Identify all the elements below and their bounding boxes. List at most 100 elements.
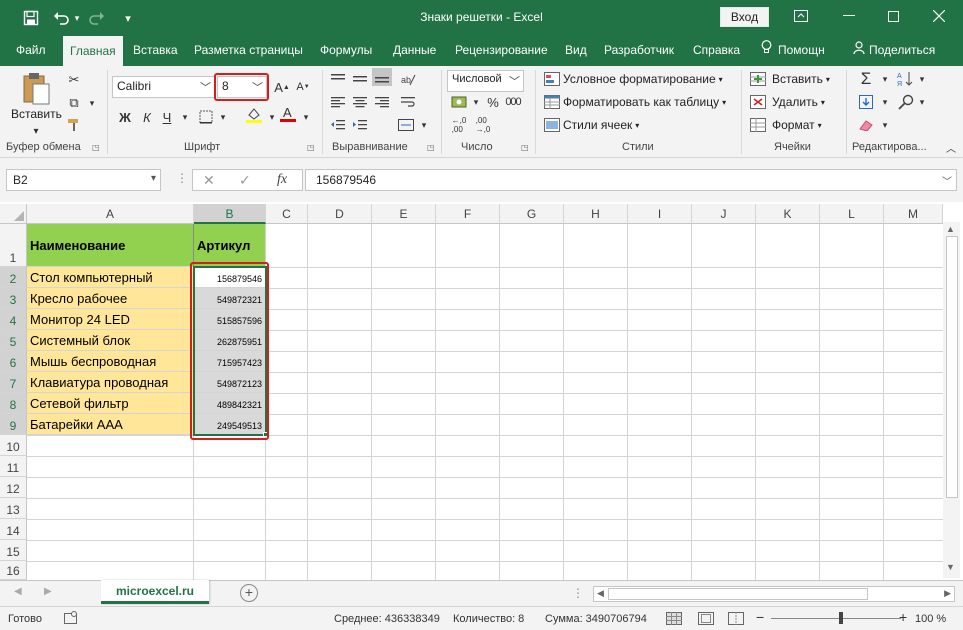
cut-icon[interactable]: ✂ — [64, 71, 84, 89]
percent-icon[interactable]: % — [483, 93, 503, 111]
cancel-icon[interactable]: ✕ — [203, 172, 215, 189]
thousands-separator-icon[interactable]: 000 — [503, 93, 523, 111]
customize-quick-access-icon[interactable]: ▾ — [117, 7, 139, 29]
scroll-sheets-left-icon[interactable]: ◀ — [14, 586, 22, 597]
column-header-m[interactable]: M — [884, 204, 943, 224]
vertical-scroll-thumb[interactable] — [946, 236, 958, 498]
conditional-formatting-button[interactable]: Условное форматирование ▾ — [563, 72, 723, 86]
column-header-b[interactable]: B — [194, 204, 266, 224]
autosum-icon[interactable]: Σ — [856, 69, 876, 88]
row-header-14[interactable]: 14 — [0, 519, 27, 540]
column-header-j[interactable]: J — [692, 204, 756, 224]
column-header-c[interactable]: C — [266, 204, 308, 224]
delete-cells-button[interactable]: Удалить ▾ — [772, 95, 825, 109]
enter-icon[interactable]: ✓ — [239, 172, 251, 189]
sheet-tab-microexcel[interactable]: microexcel.ru — [101, 580, 209, 604]
tab-page-layout[interactable]: Разметка страницы — [187, 36, 310, 66]
resize-handle-icon[interactable]: ⋮ — [176, 171, 188, 185]
zoom-slider-thumb[interactable] — [839, 612, 843, 624]
macro-record-icon[interactable] — [64, 611, 78, 625]
zoom-out-icon[interactable]: − — [756, 609, 764, 625]
decrease-decimal-icon[interactable]: ,00 →,0 — [473, 116, 493, 134]
row-header-7[interactable]: 7 — [0, 372, 27, 393]
insert-cells-button[interactable]: Вставить ▾ — [772, 72, 830, 86]
tab-data[interactable]: Данные — [386, 36, 443, 66]
tab-view[interactable]: Вид — [558, 36, 594, 66]
underline-button[interactable]: Ч — [157, 108, 177, 126]
name-box[interactable]: B2 ▾ — [6, 169, 161, 191]
format-cells-icon[interactable] — [748, 116, 768, 134]
close-icon[interactable] — [916, 0, 961, 32]
column-header-a[interactable]: A — [27, 204, 194, 224]
select-all-button[interactable] — [0, 204, 27, 224]
cell-styles-icon[interactable] — [542, 116, 562, 134]
clipboard-launcher-icon[interactable]: ◳ — [92, 143, 100, 152]
row-header-11[interactable]: 11 — [0, 456, 27, 477]
format-cells-button[interactable]: Формат ▾ — [772, 118, 822, 132]
page-layout-view-icon[interactable] — [698, 612, 714, 628]
find-dropdown-icon[interactable]: ▾ — [912, 93, 932, 111]
expand-formula-icon[interactable]: ﹀ — [942, 173, 952, 188]
copy-dropdown-icon[interactable]: ▾ — [82, 94, 102, 112]
fill-dropdown-icon[interactable]: ▾ — [875, 93, 895, 111]
row-header-15[interactable]: 15 — [0, 540, 27, 561]
vertical-scrollbar[interactable]: ▲ ▼ — [943, 222, 960, 578]
paste-button[interactable]: Вставить — [11, 107, 62, 121]
row-header-12[interactable]: 12 — [0, 477, 27, 498]
borders-dropdown-icon[interactable]: ▾ — [213, 108, 233, 126]
merge-dropdown-icon[interactable]: ▾ — [414, 116, 434, 134]
alignment-launcher-icon[interactable]: ◳ — [427, 143, 435, 152]
align-right-icon[interactable] — [372, 93, 392, 111]
formula-input[interactable]: 156879546 ﹀ — [305, 169, 957, 191]
shrink-font-icon[interactable]: A ▼ — [293, 78, 313, 96]
zoom-level[interactable]: 100 % — [915, 613, 946, 625]
sort-dropdown-icon[interactable]: ▾ — [912, 70, 932, 88]
grow-font-icon[interactable]: A ▲ — [272, 78, 292, 96]
format-painter-icon[interactable] — [64, 116, 84, 134]
save-icon[interactable] — [20, 7, 42, 29]
conditional-formatting-icon[interactable] — [542, 70, 562, 88]
insert-cells-icon[interactable] — [748, 70, 768, 88]
row-header-9[interactable]: 9 — [0, 414, 27, 435]
font-color-dropdown-icon[interactable]: ▾ — [296, 108, 316, 126]
scroll-down-icon[interactable]: ▼ — [946, 562, 955, 572]
row-header-2[interactable]: 2 — [0, 267, 27, 288]
row-header-13[interactable]: 13 — [0, 498, 27, 519]
bold-button[interactable]: Ж — [115, 108, 135, 126]
row-header-16[interactable]: 16 — [0, 561, 27, 580]
row-header-5[interactable]: 5 — [0, 330, 27, 351]
fill-color-icon[interactable] — [244, 106, 264, 124]
font-launcher-icon[interactable]: ◳ — [307, 143, 315, 152]
decrease-indent-icon[interactable] — [328, 116, 348, 134]
increase-indent-icon[interactable] — [350, 116, 370, 134]
column-header-h[interactable]: H — [564, 204, 628, 224]
fill-icon[interactable] — [856, 93, 876, 111]
tab-help[interactable]: Справка — [686, 36, 747, 66]
tab-home[interactable]: Главная — [63, 36, 123, 66]
column-header-e[interactable]: E — [372, 204, 436, 224]
paste-dropdown-icon[interactable]: ▾ — [26, 122, 46, 140]
number-format-select[interactable]: Числовой ﹀ — [447, 70, 524, 92]
scroll-sheets-right-icon[interactable]: ▶ — [44, 586, 52, 597]
maximize-icon[interactable] — [871, 0, 916, 32]
tab-file[interactable]: Файл — [9, 36, 53, 66]
cell-styles-button[interactable]: Стили ячеек ▾ — [563, 118, 639, 132]
column-header-k[interactable]: K — [756, 204, 820, 224]
italic-button[interactable]: К — [137, 108, 157, 126]
font-name-select[interactable]: Calibri ﹀ — [112, 76, 215, 98]
column-header-g[interactable]: G — [500, 204, 564, 224]
horizontal-scrollbar[interactable]: ◀ ▶ — [593, 586, 955, 602]
ribbon-display-options-icon[interactable] — [778, 0, 823, 32]
tab-assistant[interactable]: Помощн — [754, 36, 832, 66]
insert-function-icon[interactable]: fx — [277, 172, 287, 188]
copy-icon[interactable]: ⧉ — [64, 94, 84, 112]
worksheet-grid[interactable]: A B C D E F G H I J K L M 1 2 3 4 5 6 7 … — [0, 204, 963, 580]
sign-in-button[interactable]: Вход — [720, 7, 769, 27]
collapse-ribbon-icon[interactable]: ︿ — [941, 138, 961, 156]
normal-view-icon[interactable] — [666, 612, 682, 628]
align-left-icon[interactable] — [328, 93, 348, 111]
align-center-icon[interactable] — [350, 93, 370, 111]
align-middle-icon[interactable] — [350, 70, 370, 88]
tab-developer[interactable]: Разработчик — [597, 36, 681, 66]
clear-icon[interactable] — [856, 116, 876, 134]
